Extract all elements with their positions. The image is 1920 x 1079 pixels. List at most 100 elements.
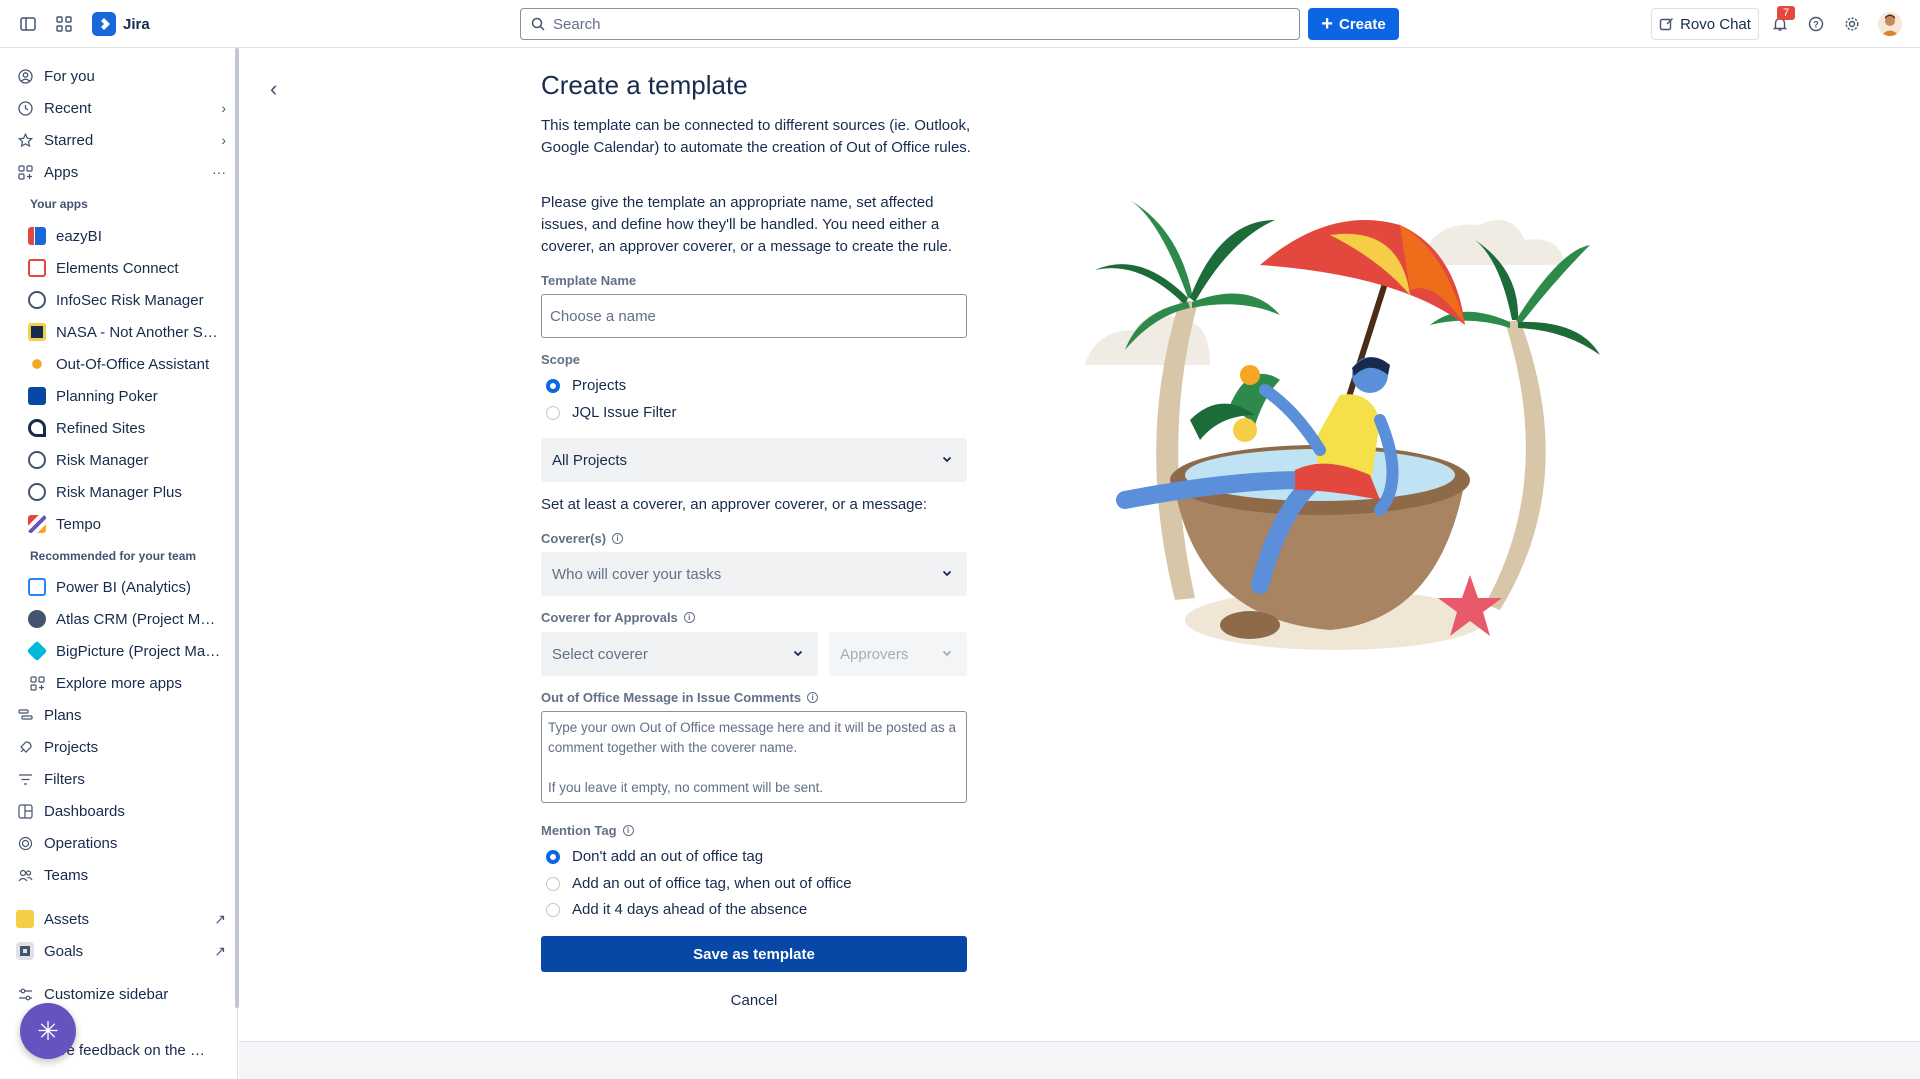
message-label: Out of Office Message in Issue Comments … (541, 690, 819, 705)
create-label: Create (1338, 15, 1386, 33)
external-link-icon[interactable]: ↗ (214, 911, 226, 928)
sidebar-app-power-bi[interactable]: Power BI (Analytics) (28, 573, 238, 601)
sidebar-item-apps[interactable]: Apps ··· (16, 158, 226, 186)
intro-paragraph: This template can be connected to differ… (541, 117, 971, 156)
info-icon[interactable]: i (612, 533, 624, 544)
sidebar-app-infosec-risk-manager[interactable]: InfoSec Risk Manager (28, 286, 238, 314)
sidebar-toggle-icon[interactable] (18, 14, 38, 34)
template-name-label: Template Name (541, 273, 636, 288)
sidebar-app-bigpicture[interactable]: BigPicture (Project Management) (26, 637, 238, 665)
sidebar-item-label: InfoSec Risk Manager (56, 291, 204, 309)
coverers-select[interactable]: Who will cover your tasks (541, 552, 967, 596)
sidebar-item-label: Recent (44, 99, 92, 117)
sparkle-icon: ✳ (37, 1015, 59, 1046)
more-options-icon[interactable]: ··· (212, 164, 226, 180)
settings-gear-icon[interactable] (1842, 14, 1862, 34)
eazybi-icon (28, 227, 46, 245)
sidebar-item-teams[interactable]: Teams (16, 861, 226, 889)
coverers-label: Coverer(s) i (541, 531, 624, 546)
sidebar-item-label: Projects (44, 738, 99, 756)
goals-icon (16, 942, 34, 960)
sidebar-app-nasa[interactable]: NASA - Not Another Survey App (28, 318, 238, 346)
back-chevron-icon[interactable]: ‹ (270, 76, 277, 102)
sidebar-item-projects[interactable]: Projects (16, 733, 226, 761)
mention-radio-ahead[interactable]: Add it 4 days ahead of the absence (546, 901, 807, 918)
sidebar-app-eazybi[interactable]: eazyBI (28, 222, 238, 250)
rovo-chat-icon (1659, 17, 1674, 30)
sidebar-item-assets[interactable]: Assets ↗ (16, 905, 226, 933)
sidebar-item-filters[interactable]: Filters (16, 765, 226, 793)
apps-grid-icon (16, 163, 34, 181)
sidebar-item-label: Assets (44, 910, 90, 928)
sidebar-item-label: Tempo (56, 515, 102, 533)
recommended-heading: Recommended for your team (30, 549, 197, 563)
radio-label: Add it 4 days ahead of the absence (572, 901, 808, 918)
radio-label: Projects (572, 377, 627, 394)
sidebar-app-tempo[interactable]: Tempo (28, 510, 238, 538)
sidebar-item-dashboards[interactable]: Dashboards (16, 797, 226, 825)
dashboard-icon (16, 802, 34, 820)
top-navigation-bar: Jira Search + Create Rovo Chat 7 ? (0, 0, 1920, 48)
select-placeholder: Who will cover your tasks (552, 565, 722, 583)
rovo-chat-button[interactable]: Rovo Chat (1651, 8, 1759, 40)
sidebar-item-starred[interactable]: Starred › (16, 126, 226, 154)
infinity-icon (28, 483, 46, 501)
sidebar-item-for-you[interactable]: For you (16, 62, 226, 90)
sidebar-app-elements-connect[interactable]: Elements Connect (28, 254, 238, 282)
cancel-label: Cancel (730, 992, 778, 1009)
scope-radio-projects[interactable]: Projects (546, 377, 626, 394)
select-placeholder: Approvers (840, 645, 909, 663)
sidebar-app-risk-manager[interactable]: Risk Manager (28, 446, 238, 474)
rovo-assistant-button[interactable]: ✳ (20, 1003, 76, 1059)
projects-select[interactable]: All Projects (541, 438, 967, 482)
search-placeholder: Search (553, 15, 601, 33)
search-input[interactable]: Search (520, 8, 1300, 40)
chevron-right-icon[interactable]: › (221, 132, 226, 148)
info-icon[interactable]: i (622, 825, 634, 836)
select-coverer-dropdown[interactable]: Select coverer (541, 632, 818, 676)
sidebar-app-atlas-crm[interactable]: Atlas CRM (Project Management) (28, 605, 238, 633)
chevron-down-icon (793, 650, 803, 657)
sidebar-app-planning-poker[interactable]: Planning Poker (28, 382, 238, 410)
sidebar-app-refined-sites[interactable]: Refined Sites (28, 414, 238, 442)
message-textarea[interactable]: Type your own Out of Office message here… (541, 711, 967, 803)
people-icon (16, 866, 34, 884)
template-name-input[interactable]: Choose a name (541, 294, 967, 338)
tempo-icon (28, 515, 46, 533)
help-icon[interactable]: ? (1806, 14, 1826, 34)
sidebar-app-risk-manager-plus[interactable]: Risk Manager Plus (28, 478, 238, 506)
label-text: Template Name (541, 273, 637, 288)
sidebar-item-label: Customize sidebar (44, 985, 169, 1003)
approvers-dropdown[interactable]: Approvers (829, 632, 967, 676)
rovo-chat-label: Rovo Chat (1680, 15, 1751, 33)
create-button[interactable]: + Create (1308, 8, 1399, 40)
info-icon[interactable]: i (683, 612, 695, 623)
select-value: All Projects (552, 451, 628, 469)
sidebar-item-recent[interactable]: Recent › (16, 94, 226, 122)
user-avatar[interactable] (1878, 12, 1902, 36)
cancel-button[interactable]: Cancel (541, 992, 967, 1009)
operations-icon (16, 834, 34, 852)
star-icon (16, 131, 34, 149)
save-label: Save as template (693, 945, 815, 963)
sidebar-item-plans[interactable]: Plans (16, 701, 226, 729)
power-bi-icon (28, 578, 46, 596)
mention-tag-label: Mention Tag i (541, 823, 634, 838)
jira-logo[interactable]: Jira (92, 12, 150, 36)
chevron-right-icon[interactable]: › (221, 100, 226, 116)
app-switcher-icon[interactable] (54, 14, 74, 34)
sidebar-item-operations[interactable]: Operations (16, 829, 226, 857)
info-icon[interactable]: i (807, 692, 819, 703)
sidebar-app-out-of-office-assistant[interactable]: Out-Of-Office Assistant (28, 350, 238, 378)
sidebar-item-explore-more-apps[interactable]: Explore more apps (28, 669, 238, 697)
message-placeholder-line-1: Type your own Out of Office message here… (548, 720, 956, 755)
mention-radio-add-tag[interactable]: Add an out of office tag, when out of of… (546, 875, 852, 892)
scope-radio-jql[interactable]: JQL Issue Filter (546, 404, 676, 421)
sidebar-item-label: Starred (44, 131, 94, 149)
sidebar-item-goals[interactable]: Goals ↗ (16, 937, 226, 965)
chevron-down-icon (942, 456, 952, 463)
mention-radio-no-tag[interactable]: Don't add an out of office tag (546, 848, 763, 865)
page-title: Create a template (541, 70, 748, 100)
external-link-icon[interactable]: ↗ (214, 943, 226, 960)
save-as-template-button[interactable]: Save as template (541, 936, 967, 972)
